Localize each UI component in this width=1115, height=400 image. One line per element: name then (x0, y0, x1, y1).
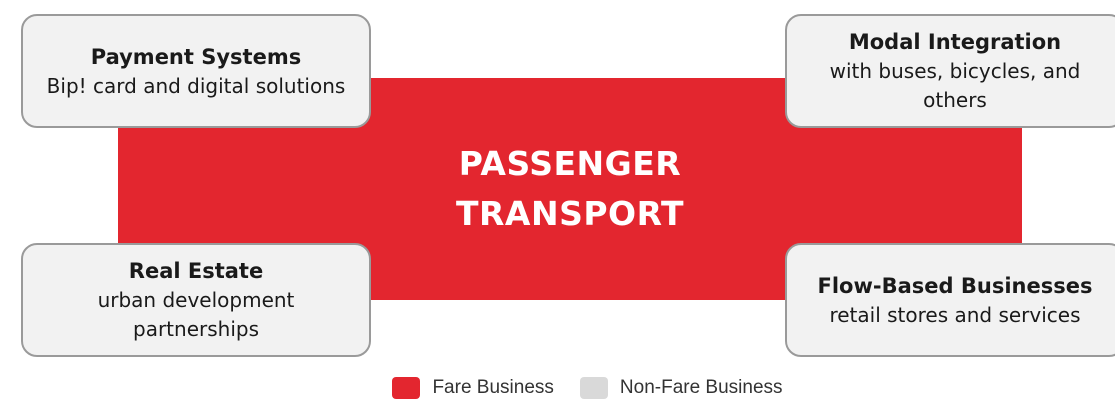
center-title: PASSENGER TRANSPORT (456, 139, 684, 239)
center-title-line2: TRANSPORT (455, 194, 685, 233)
legend-label-fare: Fare Business (432, 376, 554, 398)
box-title: Real Estate (128, 259, 264, 283)
center-title-line1: PASSENGER (458, 144, 682, 183)
box-description: urban development partnerships (97, 288, 295, 341)
box-description: with buses, bicycles, and others (829, 59, 1081, 112)
box-title: Flow-Based Businesses (817, 273, 1093, 298)
legend: Fare Business Non-Fare Business (0, 375, 1115, 400)
legend-item-fare: Fare Business (392, 376, 554, 399)
box-title: Payment Systems (90, 44, 302, 69)
modal-integration-box: Modal Integration with buses, bicycles, … (785, 14, 1115, 128)
fare-swatch (392, 376, 421, 399)
box-description: retail stores and services (829, 302, 1081, 327)
non-fare-swatch (579, 376, 608, 399)
legend-item-non-fare: Non-Fare Business (579, 376, 783, 399)
flow-based-businesses-box: Flow-Based Businesses retail stores and … (785, 243, 1115, 357)
real-estate-box: Real Estate urban development partnershi… (21, 243, 371, 357)
legend-label-non-fare: Non-Fare Business (619, 376, 783, 398)
payment-systems-box: Payment Systems Bip! card and digital so… (21, 14, 371, 128)
box-title: Modal Integration (848, 30, 1062, 54)
box-description: Bip! card and digital solutions (46, 73, 346, 98)
